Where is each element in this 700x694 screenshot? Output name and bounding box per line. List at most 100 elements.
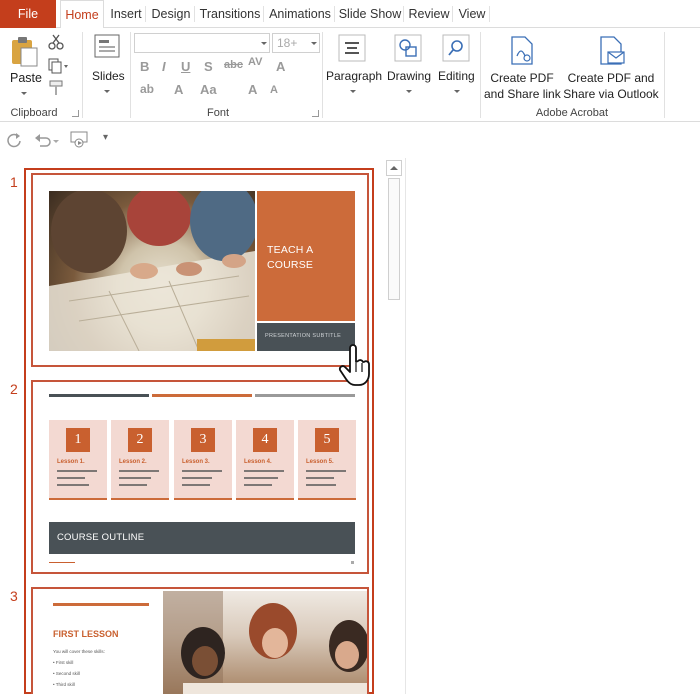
lesson-number: 2 xyxy=(128,428,152,452)
font-group-label: Font xyxy=(206,107,229,119)
slide-layout-icon xyxy=(94,34,120,58)
drawing-button[interactable]: Drawing xyxy=(384,32,434,102)
tab-animations-label: Animations xyxy=(269,7,331,21)
tab-transitions-label: Transitions xyxy=(199,7,261,21)
slide-3-bullet-text: First skill xyxy=(55,660,74,665)
pdf-link-icon xyxy=(511,36,533,65)
photo-women-studying xyxy=(163,591,367,694)
lesson-text-line xyxy=(182,484,210,486)
slide-1-title: TEACH A COURSE xyxy=(267,243,313,273)
present-from-beginning-icon[interactable] xyxy=(70,131,90,149)
editing-dropdown-icon xyxy=(454,90,460,93)
paragraph-label: Paragraph xyxy=(326,69,383,83)
paste-button[interactable]: Paste xyxy=(4,32,44,102)
hand-cursor-icon xyxy=(338,344,370,386)
thumbnail-scrollbar[interactable] xyxy=(386,160,402,694)
tab-insert-label: Insert xyxy=(110,7,142,21)
italic-icon[interactable]: I xyxy=(162,59,166,74)
paste-icon xyxy=(12,37,38,67)
lesson-title: Lesson 3. xyxy=(182,459,210,465)
decrease-font-icon[interactable]: A xyxy=(270,84,278,96)
slide-number-3: 3 xyxy=(10,588,18,604)
font-size-box[interactable]: 18+ xyxy=(272,33,320,53)
photo-hands-on-blueprint xyxy=(49,191,255,351)
scroll-up-button[interactable] xyxy=(386,160,402,176)
lesson-number: 5 xyxy=(315,428,339,452)
highlight-icon[interactable]: ab xyxy=(140,82,154,96)
lesson-text-line xyxy=(182,470,222,472)
lesson-text-line xyxy=(57,484,89,486)
undo-icon[interactable] xyxy=(34,132,60,148)
tab-view[interactable]: View xyxy=(454,0,490,28)
slide-2-banner: COURSE OUTLINE xyxy=(49,522,355,554)
slide-2-footer-line xyxy=(49,562,75,563)
increase-font-icon[interactable]: A xyxy=(248,82,257,97)
tab-animations[interactable]: Animations xyxy=(265,0,335,28)
slide-2-top-bar xyxy=(49,394,149,397)
paste-label: Paste xyxy=(10,71,42,85)
lesson-card: 1 Lesson 1. xyxy=(49,420,107,500)
bold-icon[interactable]: B xyxy=(140,59,149,74)
lesson-text-line xyxy=(244,477,278,479)
lesson-text-line xyxy=(57,477,85,479)
font-name-box[interactable] xyxy=(134,33,270,53)
customize-toolbar-icon[interactable]: ▾ xyxy=(103,132,108,143)
clear-formatting-icon[interactable]: A xyxy=(276,59,285,74)
slide-thumbnail-1[interactable]: TEACH A COURSE PRESENTATION SUBTITLE xyxy=(31,173,369,367)
tab-slide-show[interactable]: Slide Show xyxy=(336,0,404,28)
slide-3-title: FIRST LESSON xyxy=(53,629,119,639)
copy-icon[interactable] xyxy=(48,58,68,74)
slide-thumbnail-2[interactable]: 1 Lesson 1. 2 Lesson 2. 3 Lesson 3. 4 Le… xyxy=(31,380,369,574)
ribbon-divider xyxy=(130,32,131,118)
slide-3-photo xyxy=(163,591,367,694)
tab-review-label: Review xyxy=(408,7,450,21)
paragraph-button[interactable]: Paragraph xyxy=(324,32,382,102)
create-pdf-outlook-button[interactable]: Create PDF and Share via Outlook xyxy=(562,32,660,102)
slide-3-bullet: • First skill xyxy=(53,660,74,665)
tab-file[interactable]: File xyxy=(0,0,56,28)
underline-icon[interactable]: U xyxy=(181,59,190,74)
refresh-icon[interactable] xyxy=(6,132,22,148)
lesson-card: 2 Lesson 2. xyxy=(111,420,169,500)
ribbon-divider xyxy=(480,32,481,118)
editing-button[interactable]: Editing xyxy=(436,32,478,102)
lesson-text-line xyxy=(119,477,151,479)
lesson-text-line xyxy=(306,477,334,479)
slide-1-title-line-1: TEACH A xyxy=(267,244,314,256)
scroll-up-icon xyxy=(390,166,398,170)
slides-button[interactable]: Slides xyxy=(86,32,128,102)
font-launcher-icon[interactable] xyxy=(312,110,319,117)
cut-icon[interactable] xyxy=(48,34,64,50)
lesson-number: 1 xyxy=(66,428,90,452)
change-case-icon[interactable]: Aa xyxy=(200,82,217,97)
lesson-title: Lesson 2. xyxy=(119,459,147,465)
slides-label: Slides xyxy=(92,69,125,83)
character-spacing-icon[interactable]: AV xyxy=(248,56,262,68)
format-painter-icon[interactable] xyxy=(48,80,64,96)
paragraph-dropdown-icon xyxy=(350,90,356,93)
tab-review[interactable]: Review xyxy=(405,0,453,28)
lesson-text-line xyxy=(306,484,336,486)
font-color-icon[interactable]: A xyxy=(174,82,183,97)
slide-thumbnail-3[interactable]: FIRST LESSON You will cover these skills… xyxy=(31,587,369,694)
lesson-number: 4 xyxy=(253,428,277,452)
create-pdf-share-link-button[interactable]: Create PDF and Share link xyxy=(484,32,561,102)
slide-1-title-block: TEACH A COURSE xyxy=(257,191,355,321)
create-pdf-outlook-label-1: Create PDF and xyxy=(567,71,655,85)
strikethrough-icon[interactable]: abc xyxy=(224,59,243,71)
slide-1-photo xyxy=(49,191,255,351)
ribbon-tab-bar: File Home Insert Design Transitions Anim… xyxy=(0,0,700,29)
lesson-title: Lesson 1. xyxy=(57,459,85,465)
pdf-mail-icon xyxy=(600,36,625,65)
clipboard-launcher-icon[interactable] xyxy=(72,110,79,117)
tab-insert[interactable]: Insert xyxy=(106,0,146,28)
slide-number-2: 2 xyxy=(10,381,18,397)
lesson-number: 3 xyxy=(191,428,215,452)
slide-2-banner-text: COURSE OUTLINE xyxy=(57,532,145,543)
scroll-thumb[interactable] xyxy=(388,178,400,300)
shadow-icon[interactable]: S xyxy=(204,59,213,74)
tab-design[interactable]: Design xyxy=(147,0,195,28)
quick-access-toolbar: ▾ xyxy=(0,122,700,158)
tab-transitions[interactable]: Transitions xyxy=(196,0,264,28)
tab-home[interactable]: Home xyxy=(60,0,104,29)
